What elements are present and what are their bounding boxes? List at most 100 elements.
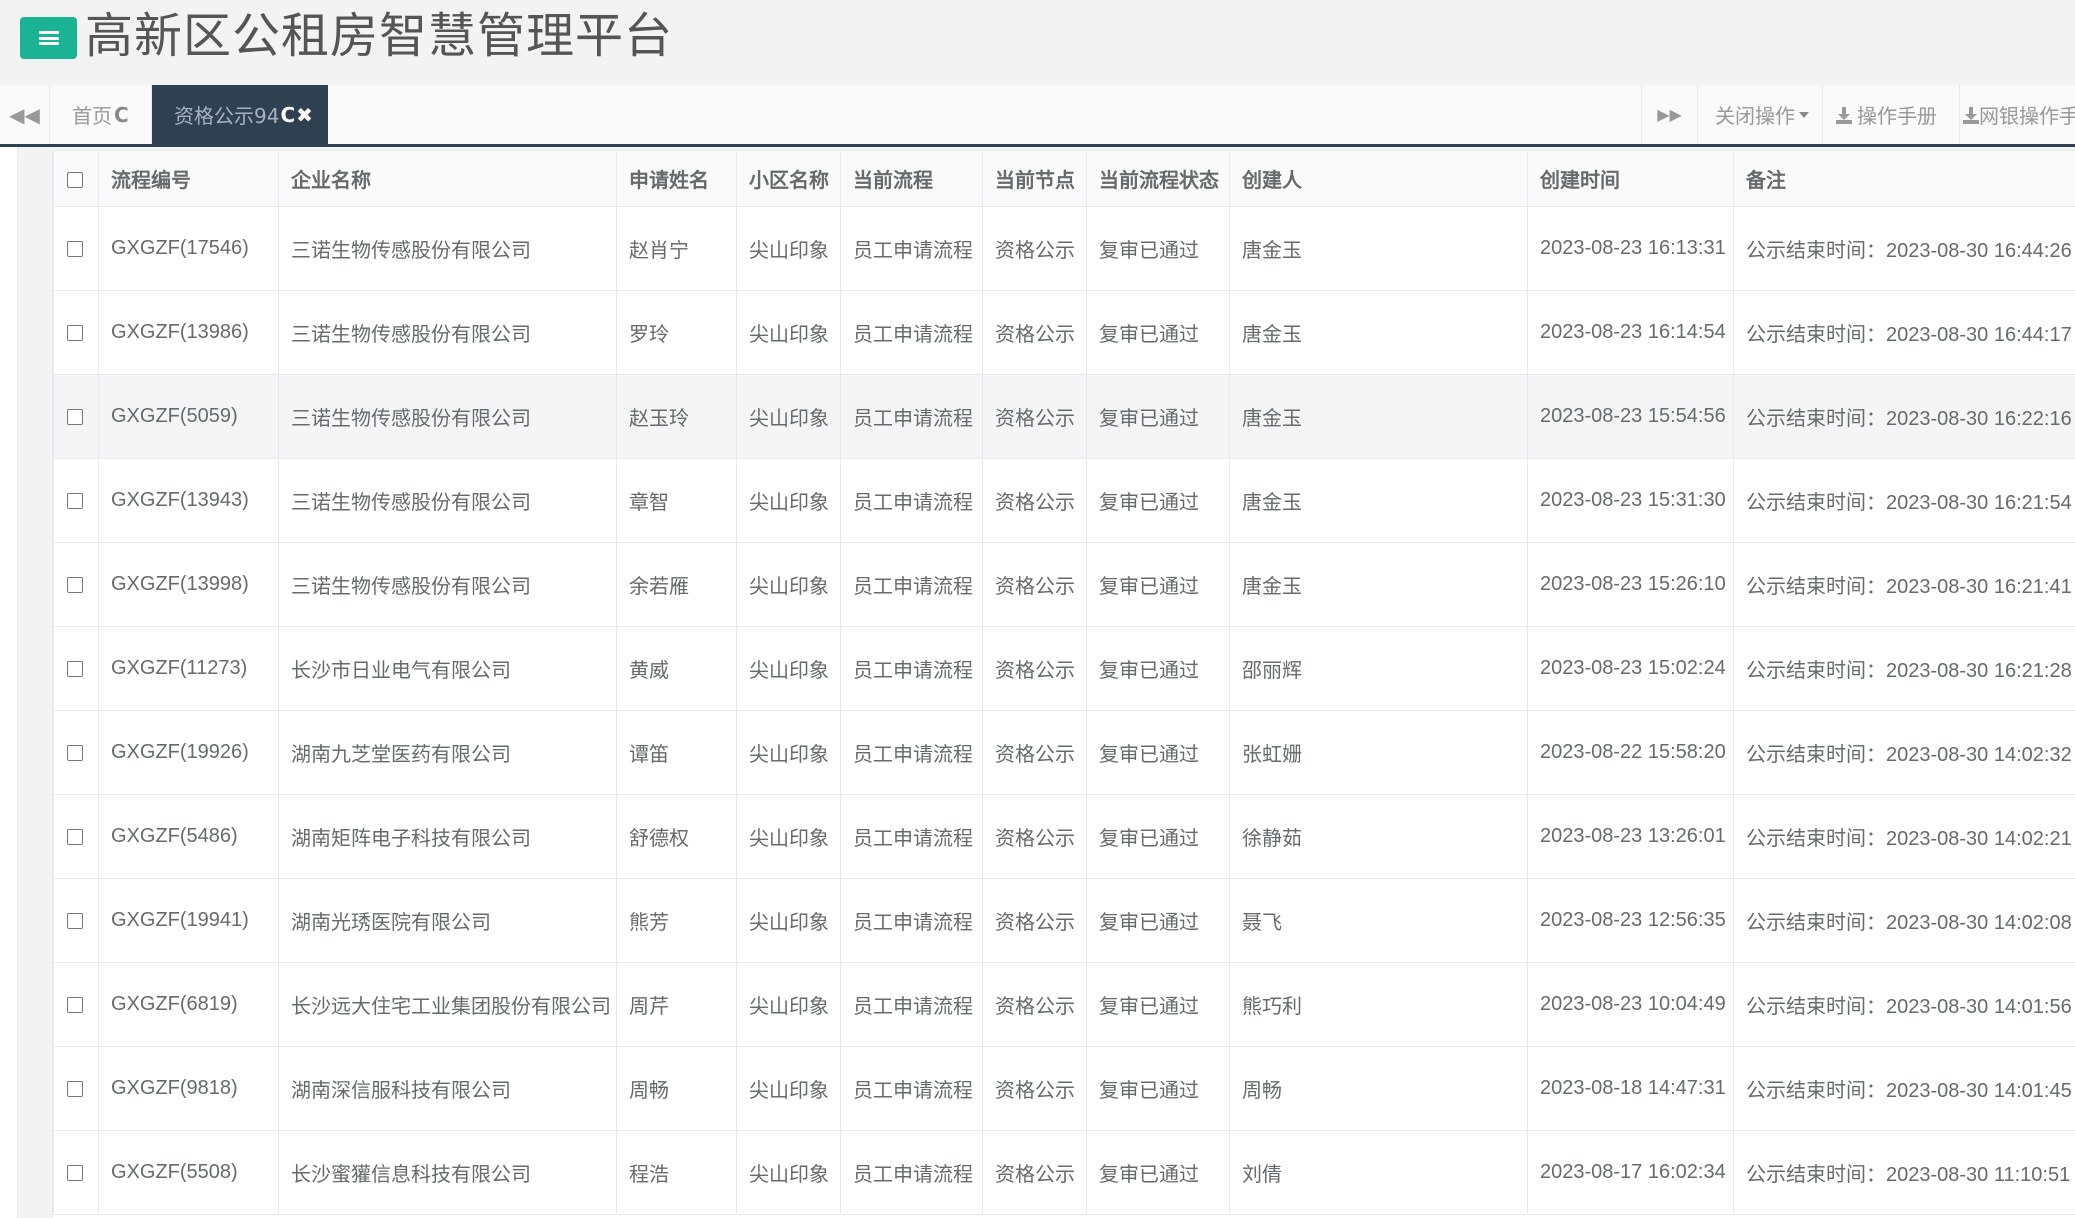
data-table-container: 流程编号 企业名称 申请姓名 小区名称 当前流程 当前节点 当前流程状态 创建人 创建时间 备注 …	[52, 150, 2075, 1218]
tab-qualification-notice[interactable]: 资格公示94 C ✖	[152, 85, 328, 144]
table-cell: 公示结束时间：2023-08-30 14:02:32	[1733, 710, 2075, 795]
row-checkbox[interactable]	[67, 492, 83, 509]
table-cell: 2023-08-23 15:31:30	[1527, 458, 1734, 543]
row-checkbox[interactable]	[67, 324, 83, 341]
tab-home-label: 首页	[72, 104, 112, 128]
row-checkbox[interactable]	[67, 996, 83, 1013]
table-row[interactable]: GXGZF(9818) 湖南深信服科技有限公司 周畅 尖山印象 员工申请流程 资格公示 复审…	[53, 1046, 2075, 1131]
column-header[interactable]: 申请姓名	[616, 150, 737, 207]
tab-scroll-left-button[interactable]: ◀◀	[0, 85, 50, 144]
row-checkbox[interactable]	[67, 660, 83, 677]
table-cell: 罗玲	[616, 290, 737, 375]
row-select-cell	[53, 794, 99, 879]
column-header[interactable]: 当前流程	[840, 150, 983, 207]
row-checkbox[interactable]	[67, 240, 83, 257]
table-cell: 公示结束时间：2023-08-30 14:02:21	[1733, 794, 2075, 879]
table-row[interactable]: GXGZF(19941) 湖南光琇医院有限公司 熊芳 尖山印象 员工申请流程 资格公示 复审…	[53, 878, 2075, 963]
table-cell: 尖山印象	[736, 710, 841, 795]
reload-icon[interactable]: C	[280, 103, 295, 127]
row-select-cell	[53, 1130, 99, 1215]
top-header: 高新区公租房智慧管理平台	[0, 0, 2075, 85]
table-row[interactable]: GXGZF(5059) 三诺生物传感股份有限公司 赵玉玲 尖山印象 员工申请流程 资格公示…	[53, 374, 2075, 459]
table-row[interactable]: GXGZF(13986) 三诺生物传感股份有限公司 罗玲 尖山印象 员工申请流程 资格公示…	[53, 290, 2075, 375]
column-header[interactable]: 创建时间	[1527, 150, 1734, 207]
table-cell: 赵肖宁	[616, 206, 737, 291]
table-cell: 公示结束时间：2023-08-30 16:44:17	[1733, 290, 2075, 375]
tab-scroll-right-button[interactable]: ▶▶	[1641, 85, 1697, 144]
table-cell: 2023-08-23 15:54:56	[1527, 374, 1734, 459]
row-select-cell	[53, 206, 99, 291]
table-cell: 唐金玉	[1229, 290, 1528, 375]
table-cell: 湖南光琇医院有限公司	[278, 878, 617, 963]
table-row[interactable]: GXGZF(19926) 湖南九芝堂医药有限公司 谭笛 尖山印象 员工申请流程 资格公示复…	[53, 710, 2075, 795]
ebank-manual-link[interactable]: 网银操作手册	[1959, 85, 2075, 144]
menu-toggle-button[interactable]	[20, 17, 77, 59]
column-header[interactable]: 创建人	[1229, 150, 1528, 207]
table-row[interactable]: GXGZF(17546) 三诺生物传感股份有限公司 赵肖宁 尖山印象 员工申请流程 资格公…	[53, 206, 2075, 291]
table-cell: GXGZF(5486)	[98, 794, 279, 879]
row-checkbox[interactable]	[67, 1080, 83, 1097]
sidebar-edge	[0, 147, 18, 1218]
table-row[interactable]: GXGZF(13943) 三诺生物传感股份有限公司 章智 尖山印象 员工申请流程 资格公示…	[53, 458, 2075, 543]
operation-manual-link[interactable]: 操作手册	[1822, 85, 1959, 144]
column-header[interactable]: 小区名称	[736, 150, 841, 207]
table-cell: GXGZF(13943)	[98, 458, 279, 543]
table-cell: 复审已通过	[1086, 374, 1230, 459]
caret-down-icon	[1799, 111, 1809, 118]
table-cell: 长沙市日业电气有限公司	[278, 626, 617, 711]
row-checkbox[interactable]	[67, 912, 83, 929]
table-cell: 黄威	[616, 626, 737, 711]
table-cell: 周芹	[616, 962, 737, 1047]
row-select-cell	[53, 962, 99, 1047]
table-cell: 唐金玉	[1229, 458, 1528, 543]
table-cell: 三诺生物传感股份有限公司	[278, 458, 617, 543]
row-checkbox[interactable]	[67, 828, 83, 845]
data-table: 流程编号 企业名称 申请姓名 小区名称 当前流程 当前节点 当前流程状态 创建人 创建时间 备注 …	[53, 150, 2075, 1215]
row-checkbox[interactable]	[67, 1164, 83, 1181]
column-header[interactable]: 企业名称	[278, 150, 617, 207]
row-checkbox[interactable]	[67, 744, 83, 761]
table-cell: 公示结束时间：2023-08-30 14:01:45	[1733, 1046, 2075, 1131]
table-row[interactable]: GXGZF(6819) 长沙远大住宅工业集团股份有限公司 周芹 尖山印象 员工申请流程资…	[53, 962, 2075, 1047]
table-cell: 复审已通过	[1086, 626, 1230, 711]
close-operations-dropdown[interactable]: 关闭操作	[1697, 85, 1822, 144]
table-cell: 唐金玉	[1229, 542, 1528, 627]
table-cell: 复审已通过	[1086, 542, 1230, 627]
table-cell: 复审已通过	[1086, 1046, 1230, 1131]
reload-icon[interactable]: C	[114, 103, 129, 127]
tab-home[interactable]: 首页 C	[50, 85, 152, 144]
table-cell: 余若雁	[616, 542, 737, 627]
table-cell: 复审已通过	[1086, 206, 1230, 291]
row-select-cell	[53, 458, 99, 543]
double-chevron-left-icon: ◀◀	[9, 102, 40, 127]
close-icon[interactable]: ✖	[296, 103, 313, 127]
column-header[interactable]: 当前流程状态	[1086, 150, 1230, 207]
table-row[interactable]: GXGZF(11273) 长沙市日业电气有限公司 黄威 尖山印象 员工申请流程 资格公示复…	[53, 626, 2075, 711]
column-header[interactable]: 流程编号	[98, 150, 279, 207]
select-all-checkbox[interactable]	[67, 172, 83, 188]
table-header-row: 流程编号 企业名称 申请姓名 小区名称 当前流程 当前节点 当前流程状态 创建人 创建时间 备注	[53, 150, 2075, 207]
table-row[interactable]: GXGZF(5508) 长沙蜜獾信息科技有限公司 程浩 尖山印象 员工申请流程 资格公示复…	[53, 1130, 2075, 1215]
table-cell: 尖山印象	[736, 1130, 841, 1215]
table-cell: 资格公示	[982, 626, 1087, 711]
close-operations-label: 关闭操作	[1715, 104, 1795, 128]
table-cell: 复审已通过	[1086, 794, 1230, 879]
row-checkbox[interactable]	[67, 408, 83, 425]
table-cell: 公示结束时间：2023-08-30 11:10:51	[1733, 1130, 2075, 1215]
table-cell: 员工申请流程	[840, 542, 983, 627]
row-select-cell	[53, 290, 99, 375]
table-cell: 尖山印象	[736, 878, 841, 963]
column-header[interactable]: 当前节点	[982, 150, 1087, 207]
table-cell: GXGZF(6819)	[98, 962, 279, 1047]
table-row[interactable]: GXGZF(13998) 三诺生物传感股份有限公司 余若雁 尖山印象 员工申请流程 资格公…	[53, 542, 2075, 627]
table-cell: 2023-08-23 15:02:24	[1527, 626, 1734, 711]
table-cell: 赵玉玲	[616, 374, 737, 459]
table-cell: 员工申请流程	[840, 206, 983, 291]
table-cell: 湖南矩阵电子科技有限公司	[278, 794, 617, 879]
table-cell: 资格公示	[982, 1046, 1087, 1131]
table-row[interactable]: GXGZF(5486) 湖南矩阵电子科技有限公司 舒德权 尖山印象 员工申请流程 资格公示…	[53, 794, 2075, 879]
table-cell: 公示结束时间：2023-08-30 16:44:26	[1733, 206, 2075, 291]
row-checkbox[interactable]	[67, 576, 83, 593]
column-header[interactable]: 备注	[1733, 150, 2075, 207]
table-cell: 邵丽辉	[1229, 626, 1528, 711]
